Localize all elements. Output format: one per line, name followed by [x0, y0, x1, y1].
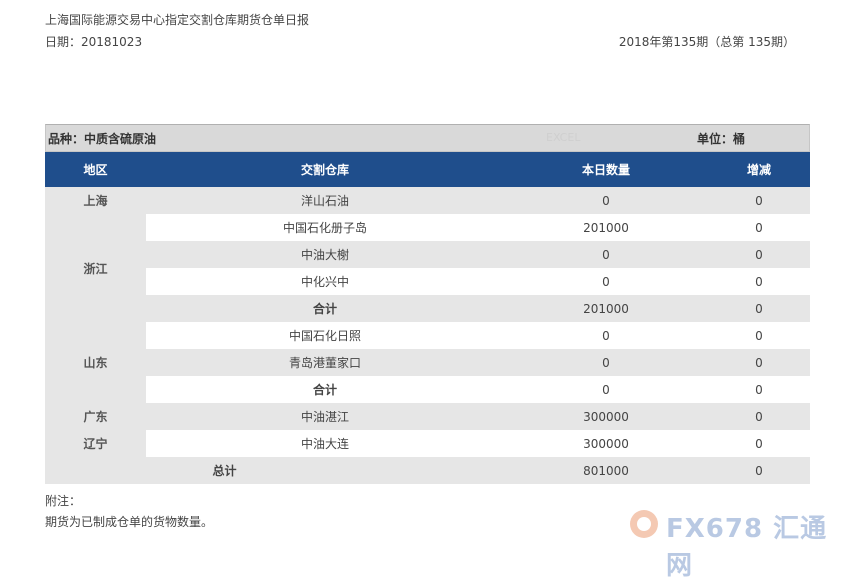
table-row: 广东 中油湛江 300000 0	[45, 403, 810, 430]
col-header-quantity: 本日数量	[504, 152, 708, 187]
warehouse-cell: 洋山石油	[146, 187, 504, 214]
quantity-cell: 300000	[504, 430, 708, 457]
fx678-logo-icon	[630, 510, 658, 538]
table-row: 青岛港董家口 0 0	[45, 349, 810, 376]
change-cell: 0	[708, 295, 810, 322]
change-cell: 0	[708, 376, 810, 403]
notes-text: 期货为已制成仓单的货物数量。	[45, 515, 214, 529]
notes-label: 附注：	[45, 494, 82, 508]
warehouse-cell: 中国石化日照	[146, 322, 504, 349]
warehouse-cell: 中化兴中	[146, 268, 504, 295]
report-title: 上海国际能源交易中心指定交割仓库期货仓单日报	[45, 13, 310, 27]
change-cell: 0	[708, 403, 810, 430]
date-row: 日期：20181023 2018年第135期（总第 135期）	[45, 33, 795, 50]
grand-total-row: 总计 801000 0	[45, 457, 810, 484]
subtotal-label: 合计	[146, 295, 504, 322]
col-header-warehouse: 交割仓库	[146, 152, 504, 187]
variety-label: 品种：中质含硫原油	[48, 132, 157, 146]
quantity-cell: 300000	[504, 403, 708, 430]
region-cell: 上海	[45, 187, 146, 214]
subtotal-label: 合计	[146, 376, 504, 403]
watermark-text: FX678 汇通网	[666, 514, 828, 581]
excel-export-link[interactable]: EXCEL	[546, 131, 580, 144]
grand-total-text: 总计	[212, 464, 237, 478]
quantity-cell: 0	[504, 376, 708, 403]
warehouse-cell: 中国石化册子岛	[146, 214, 504, 241]
quantity-cell: 201000	[504, 214, 708, 241]
table-row: 山东 中国石化日照 0 0	[45, 322, 810, 403]
warehouse-cell: 中油大连	[146, 430, 504, 457]
report-period: 2018年第135期（总第 135期）	[618, 35, 795, 49]
watermark: FX678 汇通网	[630, 506, 840, 581]
warehouse-cell: 青岛港董家口	[146, 349, 504, 376]
warehouse-table: 地区 交割仓库 本日数量 增减 上海 洋山石油 0 0 浙江 中国石化册子岛 2…	[45, 152, 810, 484]
change-cell: 0	[708, 241, 810, 268]
table-row-subtotal: 合计 0 0	[45, 376, 810, 403]
grand-total-label: 总计	[45, 457, 504, 484]
table-row: 中油大榭 0 0	[45, 241, 810, 268]
variety-bar: 品种：中质含硫原油 EXCEL 单位：桶	[45, 124, 810, 152]
table-row: 中化兴中 0 0	[45, 268, 810, 295]
change-cell: 0	[708, 214, 810, 241]
region-cell: 山东	[45, 322, 146, 403]
warehouse-cell: 中油湛江	[146, 403, 504, 430]
region-cell: 广东	[45, 403, 146, 430]
warehouse-report-table-wrapper: 品种：中质含硫原油 EXCEL 单位：桶 地区 交割仓库 本日数量 增减 上海 …	[45, 124, 810, 484]
table-header-row: 地区 交割仓库 本日数量 增减	[45, 152, 810, 187]
warehouse-cell: 中油大榭	[146, 241, 504, 268]
grand-total-quantity: 801000	[504, 457, 708, 484]
quantity-cell: 0	[504, 268, 708, 295]
table-row: 上海 洋山石油 0 0	[45, 187, 810, 214]
quantity-cell: 0	[504, 241, 708, 268]
grand-total-change: 0	[708, 457, 810, 484]
col-header-change: 增减	[708, 152, 810, 187]
col-header-region: 地区	[45, 152, 146, 187]
unit-label: 单位：桶	[697, 132, 746, 146]
change-cell: 0	[708, 268, 810, 295]
table-row: 浙江 中国石化册子岛 201000 0	[45, 214, 810, 322]
change-cell: 0	[708, 430, 810, 457]
change-cell: 0	[708, 349, 810, 376]
quantity-cell: 0	[504, 322, 708, 349]
region-cell: 浙江	[45, 214, 146, 322]
report-date: 日期：20181023	[45, 35, 143, 49]
table-row-subtotal: 合计 201000 0	[45, 295, 810, 322]
region-cell: 辽宁	[45, 430, 146, 457]
quantity-cell: 0	[504, 187, 708, 214]
change-cell: 0	[708, 187, 810, 214]
quantity-cell: 201000	[504, 295, 708, 322]
change-cell: 0	[708, 322, 810, 349]
table-row: 辽宁 中油大连 300000 0	[45, 430, 810, 457]
quantity-cell: 0	[504, 349, 708, 376]
